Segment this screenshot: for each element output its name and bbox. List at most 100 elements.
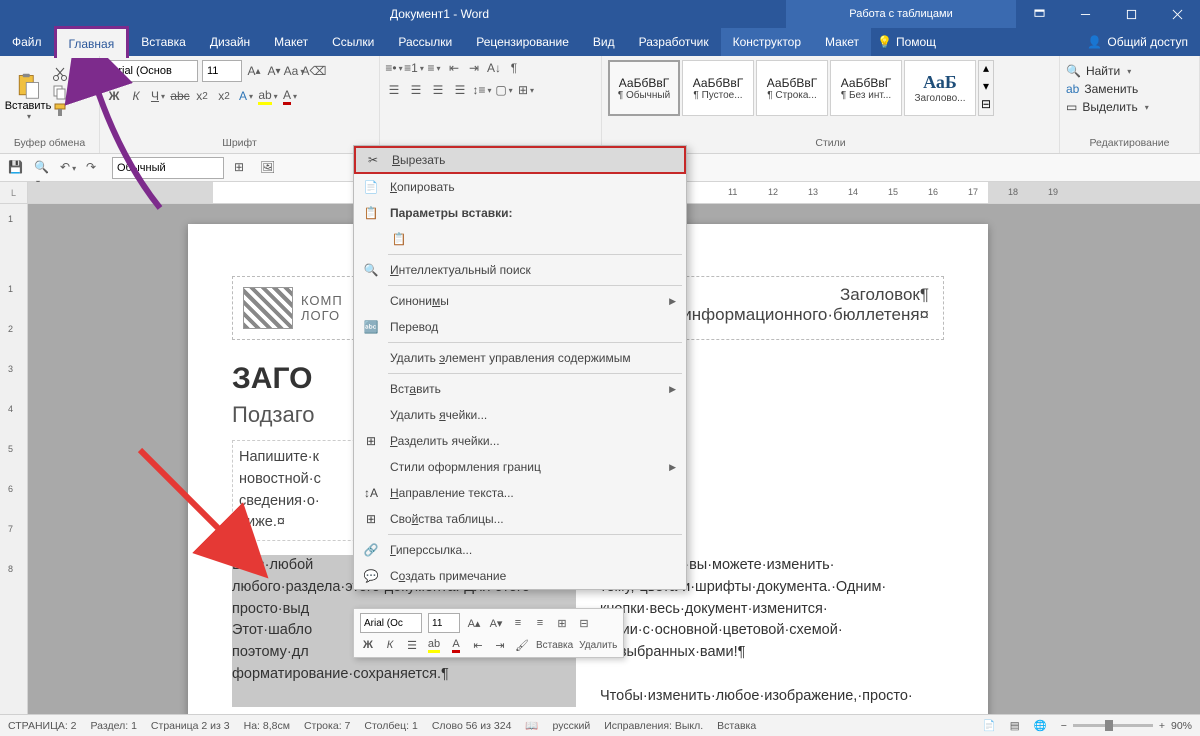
ctx-cut[interactable]: ✂Вырезать	[354, 146, 686, 174]
mini-font-name[interactable]	[360, 613, 422, 633]
ribbon-options-icon[interactable]	[1016, 0, 1062, 28]
ctx-copy[interactable]: 📄Копировать	[354, 174, 686, 200]
maximize-button[interactable]	[1108, 0, 1154, 28]
highlight-icon[interactable]: ab▾	[260, 88, 276, 104]
ctx-text-direction[interactable]: ↕AНаправление текста...	[354, 480, 686, 506]
replace-button[interactable]: abЗаменить	[1066, 82, 1193, 96]
share-button[interactable]: 👤Общий доступ	[1075, 28, 1200, 56]
mini-align-icon[interactable]: ☰	[404, 637, 420, 653]
sort-icon[interactable]: A↓	[486, 60, 502, 76]
style-line[interactable]: АаБбВвГ¶ Строка...	[756, 60, 828, 116]
superscript-button[interactable]: x2	[216, 88, 232, 104]
align-left-icon[interactable]: ☰	[386, 82, 402, 98]
vertical-ruler[interactable]: 112345678	[0, 204, 28, 714]
ctx-new-comment[interactable]: 💬Создать примечание	[354, 563, 686, 589]
tab-insert[interactable]: Вставка	[129, 28, 198, 56]
ctx-border-styles[interactable]: Стили оформления границ▶	[354, 454, 686, 480]
tab-layout[interactable]: Макет	[262, 28, 320, 56]
ctx-hyperlink[interactable]: 🔗Гиперссылка...	[354, 537, 686, 563]
mini-shrink-font-icon[interactable]: A▾	[488, 615, 504, 631]
status-track-changes[interactable]: Исправления: Выкл.	[604, 720, 703, 732]
tab-mailings[interactable]: Рассылки	[386, 28, 464, 56]
ctx-translate[interactable]: 🔤Перевод	[354, 314, 686, 340]
status-page[interactable]: СТРАНИЦА: 2	[8, 720, 77, 732]
view-read-icon[interactable]: 📄	[983, 719, 996, 732]
find-button[interactable]: 🔍Найти▾	[1066, 64, 1193, 78]
style-selector[interactable]	[112, 157, 224, 179]
mini-bold[interactable]: Ж	[360, 637, 376, 653]
align-center-icon[interactable]: ☰	[408, 82, 424, 98]
italic-button[interactable]: К	[128, 88, 144, 104]
tab-table-layout[interactable]: Макет	[813, 28, 871, 56]
status-insert-mode[interactable]: Вставка	[717, 720, 756, 732]
zoom-level[interactable]: 90%	[1171, 720, 1192, 732]
mini-insert-label[interactable]: Вставка	[536, 640, 573, 651]
ctx-paste-option-1[interactable]: 📋	[354, 226, 686, 252]
font-color-icon[interactable]: A▾	[282, 88, 298, 104]
zoom-slider[interactable]	[1073, 724, 1153, 727]
tab-home[interactable]: Главная	[54, 26, 130, 58]
minimize-button[interactable]	[1062, 0, 1108, 28]
align-right-icon[interactable]: ☰	[430, 82, 446, 98]
mini-delete-table-icon[interactable]: ⊟	[576, 615, 592, 631]
mini-italic[interactable]: К	[382, 637, 398, 653]
mini-insert-table-icon[interactable]: ⊞	[554, 615, 570, 631]
borders-icon[interactable]: ⊞▾	[518, 82, 534, 98]
numbering-icon[interactable]: ≡1▾	[406, 60, 422, 76]
tab-review[interactable]: Рецензирование	[464, 28, 581, 56]
paste-button[interactable]: Вставить▾	[6, 60, 50, 132]
zoom-in-button[interactable]: +	[1159, 720, 1165, 732]
ctx-synonyms[interactable]: Синонимы▶	[354, 288, 686, 314]
font-name-input[interactable]	[106, 60, 198, 82]
underline-button[interactable]: Ч▾	[150, 88, 166, 104]
tab-file[interactable]: Файл	[0, 28, 54, 56]
mini-indent-inc-icon[interactable]: ⇥	[492, 637, 508, 653]
print-preview-icon[interactable]: 🔍▾	[34, 160, 50, 176]
strike-button[interactable]: abc	[172, 88, 188, 104]
font-size-input[interactable]	[202, 60, 242, 82]
view-web-icon[interactable]: 🌐	[1034, 719, 1047, 732]
subscript-button[interactable]: x2	[194, 88, 210, 104]
multilevel-icon[interactable]: ≡▾	[426, 60, 442, 76]
ctx-insert[interactable]: Вставить▶	[354, 376, 686, 402]
status-language[interactable]: русский	[553, 720, 591, 732]
zoom-out-button[interactable]: −	[1061, 720, 1067, 732]
mini-grow-font-icon[interactable]: A▴	[466, 615, 482, 631]
line-spacing-icon[interactable]: ↕≡▾	[474, 82, 490, 98]
ctx-delete-cells[interactable]: Удалить ячейки...	[354, 402, 686, 428]
mini-delete-label[interactable]: Удалить	[579, 640, 617, 651]
mini-highlight-icon[interactable]: ab	[426, 637, 442, 653]
style-nospacing[interactable]: АаБбВвГ¶ Пустое...	[682, 60, 754, 116]
style-heading[interactable]: АаБЗаголово...	[904, 60, 976, 116]
ctx-table-properties[interactable]: ⊞Свойства таблицы...	[354, 506, 686, 532]
clear-format-icon[interactable]: A⌫	[306, 63, 322, 79]
status-line[interactable]: Строка: 7	[304, 720, 350, 732]
mini-font-color-icon[interactable]: A	[448, 637, 464, 653]
indent-dec-icon[interactable]: ⇤	[446, 60, 462, 76]
mini-indent-dec-icon[interactable]: ⇤	[470, 637, 486, 653]
mini-bullets-icon[interactable]: ≡	[510, 615, 526, 631]
close-button[interactable]	[1154, 0, 1200, 28]
status-page-of[interactable]: Страница 2 из 3	[151, 720, 230, 732]
tab-table-design[interactable]: Конструктор	[721, 28, 813, 56]
redo-icon[interactable]: ↷	[86, 160, 102, 176]
bold-button[interactable]: Ж	[106, 88, 122, 104]
styles-gallery[interactable]: АаБбВвГ¶ Обычный АаБбВвГ¶ Пустое... АаБб…	[608, 60, 1053, 116]
ctx-smart-lookup[interactable]: 🔍Интеллектуальный поиск	[354, 257, 686, 283]
tell-me[interactable]: 💡Помощ	[877, 28, 936, 56]
view-print-icon[interactable]: ▤	[1010, 720, 1020, 732]
text-effects-icon[interactable]: A▾	[238, 88, 254, 104]
select-button[interactable]: ▭Выделить▾	[1066, 100, 1193, 114]
justify-icon[interactable]: ☰	[452, 82, 468, 98]
shrink-font-icon[interactable]: A▾	[266, 63, 282, 79]
status-section[interactable]: Раздел: 1	[91, 720, 137, 732]
mini-numbering-icon[interactable]: ≡	[532, 615, 548, 631]
indent-inc-icon[interactable]: ⇥	[466, 60, 482, 76]
show-marks-icon[interactable]: ¶	[506, 60, 522, 76]
undo-icon[interactable]: ↶▾	[60, 160, 76, 176]
style-normal[interactable]: АаБбВвГ¶ Обычный	[608, 60, 680, 116]
picture-icon[interactable]: 🖼	[260, 160, 276, 176]
mini-font-size[interactable]	[428, 613, 460, 633]
ctx-split-cells[interactable]: ⊞Разделить ячейки...	[354, 428, 686, 454]
grow-font-icon[interactable]: A▴	[246, 63, 262, 79]
